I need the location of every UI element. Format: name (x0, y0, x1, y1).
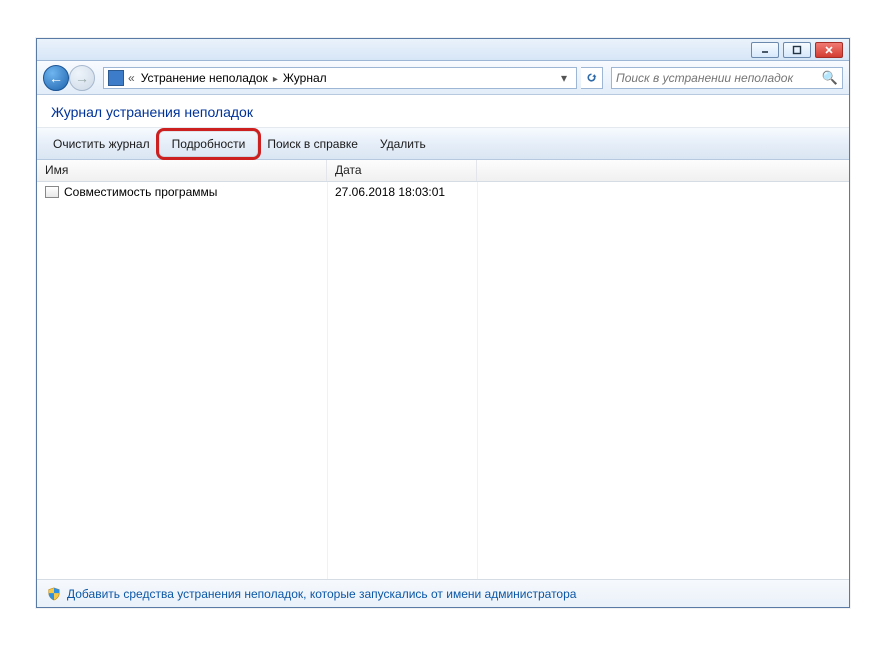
maximize-button[interactable] (783, 42, 811, 58)
column-header-date[interactable]: Дата (327, 160, 477, 181)
page-title: Журнал устранения неполадок (37, 95, 849, 128)
search-input[interactable] (616, 71, 822, 85)
refresh-button[interactable] (581, 67, 603, 89)
navbar: ← → Устранение неполадок Журнал ▾ 🔍 (37, 61, 849, 95)
list-row[interactable]: Совместимость программы 27.06.2018 18:03… (37, 182, 849, 202)
clear-log-button[interactable]: Очистить журнал (43, 133, 160, 155)
column-headers: Имя Дата (37, 160, 849, 182)
minimize-button[interactable] (751, 42, 779, 58)
search-box[interactable]: 🔍 (611, 67, 843, 89)
row-date: 27.06.2018 18:03:01 (327, 183, 477, 201)
address-dropdown-button[interactable]: ▾ (556, 71, 572, 85)
footer-admin-link[interactable]: Добавить средства устранения неполадок, … (67, 587, 576, 601)
list-body: Совместимость программы 27.06.2018 18:03… (37, 182, 849, 579)
close-button[interactable] (815, 42, 843, 58)
nav-back-button[interactable]: ← (43, 65, 69, 91)
item-icon (45, 186, 59, 198)
shield-icon (47, 587, 61, 601)
titlebar (37, 39, 849, 61)
arrow-left-icon: ← (49, 71, 63, 85)
breadcrumb[interactable]: Устранение неполадок Журнал (128, 71, 552, 85)
breadcrumb-part[interactable]: Журнал (283, 71, 327, 85)
row-name: Совместимость программы (64, 185, 217, 199)
arrow-right-icon: → (75, 71, 89, 85)
footer: Добавить средства устранения неполадок, … (37, 579, 849, 607)
refresh-icon (585, 71, 598, 84)
search-icon[interactable]: 🔍 (822, 70, 838, 86)
app-icon (108, 70, 124, 86)
help-search-button[interactable]: Поиск в справке (257, 133, 368, 155)
toolbar: Очистить журнал Подробности Поиск в спра… (37, 128, 849, 160)
nav-forward-button[interactable]: → (69, 65, 95, 91)
delete-button[interactable]: Удалить (370, 133, 436, 155)
window: ← → Устранение неполадок Журнал ▾ 🔍 (36, 38, 850, 608)
address-bar[interactable]: Устранение неполадок Журнал ▾ (103, 67, 577, 89)
breadcrumb-part[interactable]: Устранение неполадок (141, 71, 268, 85)
details-button[interactable]: Подробности (162, 133, 256, 155)
column-header-name[interactable]: Имя (37, 160, 327, 181)
